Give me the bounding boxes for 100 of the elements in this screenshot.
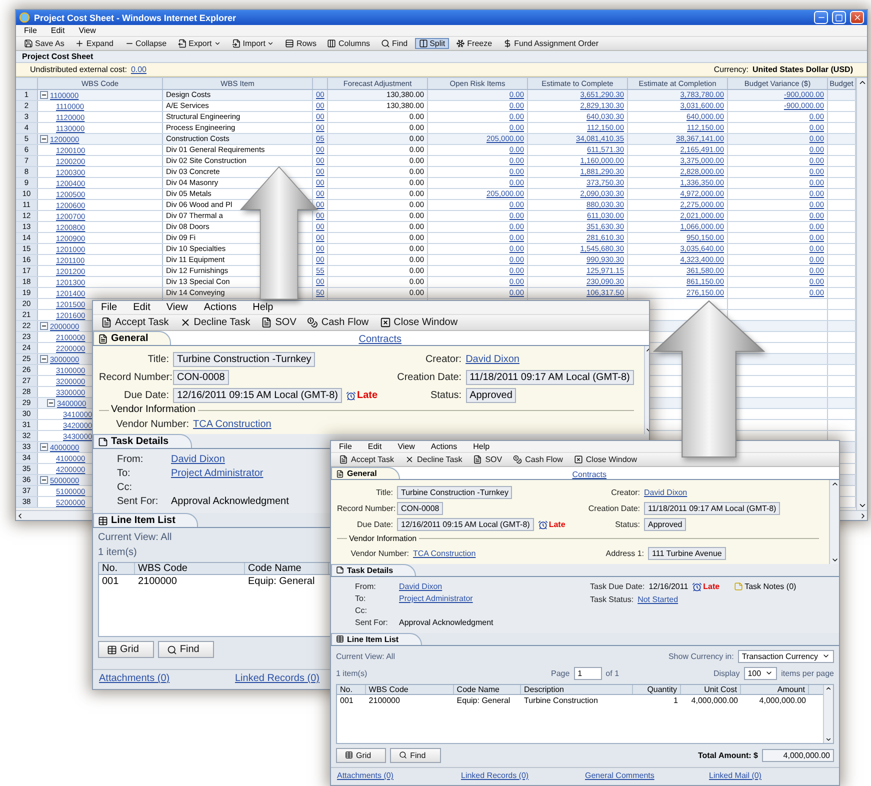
menu-item[interactable]: Actions	[204, 302, 237, 313]
collapse-toggle[interactable]	[40, 355, 48, 363]
panel-button[interactable]: Find	[390, 748, 441, 763]
text-field[interactable]: 12/16/2011 09:15 AM Local (GMT-8)	[173, 388, 342, 403]
section-tab[interactable]: Task Details	[331, 564, 416, 576]
contracts-link[interactable]: Contracts	[358, 334, 402, 345]
toolbar-button[interactable]: Import	[228, 38, 278, 49]
minimize-button[interactable]	[814, 11, 828, 24]
value-link[interactable]: David Dixon	[466, 354, 520, 365]
value-link[interactable]: David Dixon	[399, 582, 442, 591]
menu-item[interactable]: Actions	[430, 442, 458, 451]
toolbar-button[interactable]: Cash Flow	[303, 316, 373, 329]
section-tab[interactable]: Line Item List	[93, 513, 198, 527]
panel-button[interactable]: Find	[158, 641, 214, 658]
value-link[interactable]: Project Administrator	[171, 468, 264, 479]
contracts-link[interactable]: Contracts	[572, 470, 607, 479]
menu-item[interactable]: Help	[252, 302, 274, 313]
footer-link[interactable]: Attachments (0)	[99, 673, 170, 684]
text-field[interactable]: Turbine Construction -Turnkey	[173, 352, 316, 367]
toolbar-button[interactable]: Accept Task	[335, 454, 398, 465]
value-link[interactable]: TCA Construction	[193, 419, 272, 430]
footer-link[interactable]: Attachments (0)	[337, 771, 394, 780]
column-header[interactable]: Code Name	[454, 684, 521, 694]
value-link[interactable]: David Dixon	[644, 488, 688, 497]
value-link[interactable]: David Dixon	[171, 454, 225, 465]
collapse-toggle[interactable]	[40, 476, 48, 484]
plus-icon	[75, 39, 84, 48]
section-tab[interactable]: General	[93, 331, 172, 345]
collapse-toggle[interactable]	[47, 399, 55, 407]
collapse-toggle[interactable]	[40, 322, 48, 330]
scroll-right-icon[interactable]	[859, 512, 867, 520]
text-field[interactable]: Approved	[466, 388, 516, 403]
menu-item[interactable]: Edit	[133, 302, 150, 313]
toolbar-button[interactable]: Cash Flow	[509, 454, 567, 465]
text-field[interactable]: 12/16/2011 09:15 AM Local (GMT-8)	[397, 518, 534, 531]
scroll-left-icon[interactable]	[16, 512, 24, 520]
footer-link[interactable]: General Comments	[585, 771, 654, 780]
footer-link[interactable]: Linked Records (0)	[235, 673, 320, 684]
value-link[interactable]: Project Administrator	[399, 594, 473, 603]
text-field[interactable]: 11/18/2011 09:17 AM Local (GMT-8)	[644, 502, 780, 515]
menu-item[interactable]: View	[78, 26, 96, 35]
menu-item[interactable]: File	[101, 302, 118, 313]
text-field[interactable]: Approved	[644, 518, 686, 531]
text-field[interactable]: CON-0008	[173, 370, 229, 385]
value-link[interactable]: Not Started	[638, 594, 678, 604]
toolbar-button[interactable]: Save As	[20, 38, 68, 49]
toolbar-button[interactable]: Close Window	[376, 316, 462, 329]
panel-button[interactable]: Grid	[98, 641, 154, 658]
collapse-toggle[interactable]	[40, 443, 48, 451]
section-tab[interactable]: Line Item List	[331, 632, 422, 645]
page-size-dropdown[interactable]: 100	[744, 666, 778, 680]
text-field[interactable]: CON-0008	[397, 502, 444, 515]
undistributed-link[interactable]: 0.00	[130, 65, 147, 74]
column-header[interactable]: Quantity	[632, 684, 681, 694]
column-header[interactable]: Description	[520, 684, 633, 694]
menu-item[interactable]: File	[339, 442, 352, 451]
text-field[interactable]: Turbine Construction -Turnkey	[397, 486, 512, 499]
menu-item[interactable]: Edit	[50, 26, 65, 35]
toolbar-button[interactable]: Decline Task	[176, 316, 254, 329]
maximize-button[interactable]	[832, 11, 846, 24]
column-header[interactable]: Amount	[740, 684, 809, 694]
menu-item[interactable]: File	[24, 26, 37, 35]
column-header[interactable]: Code Name	[245, 563, 329, 574]
column-header[interactable]: No.	[99, 563, 135, 574]
section-tab[interactable]: General	[331, 467, 400, 479]
column-header[interactable]: WBS Code	[366, 684, 454, 694]
close-button[interactable]	[850, 11, 864, 24]
footer-link[interactable]: Linked Mail (0)	[709, 771, 762, 780]
column-header[interactable]: WBS Code	[135, 563, 245, 574]
section-tab[interactable]: Task Details	[93, 434, 192, 448]
collapse-toggle[interactable]	[40, 91, 48, 99]
toolbar-button[interactable]: SOV	[257, 316, 300, 329]
menu-item[interactable]: Help	[473, 442, 490, 451]
toolbar-button[interactable]: Columns	[323, 38, 374, 49]
toolbar-button[interactable]: Freeze	[452, 38, 496, 49]
toolbar-button[interactable]: Accept Task	[97, 316, 173, 329]
footer-link[interactable]: Linked Records (0)	[461, 771, 529, 780]
toolbar-button[interactable]: SOV	[469, 454, 506, 465]
value-link[interactable]: TCA Construction	[413, 548, 476, 558]
toolbar-button[interactable]: Rows	[281, 38, 320, 49]
task-notes-link[interactable]: Task Notes (0)	[744, 582, 796, 592]
column-header[interactable]: No.	[337, 684, 366, 694]
collapse-toggle[interactable]	[40, 135, 48, 143]
page-field[interactable]: 1	[574, 666, 602, 680]
text-field[interactable]: 11/18/2011 09:17 AM Local (GMT-8)	[466, 370, 634, 385]
currency-dropdown[interactable]: Transaction Currency	[738, 650, 834, 663]
toolbar-button[interactable]: Split	[414, 38, 450, 49]
toolbar-button[interactable]: Find	[377, 38, 412, 49]
menu-item[interactable]: View	[398, 442, 415, 451]
menu-item[interactable]: Edit	[368, 442, 382, 451]
menu-item[interactable]: View	[166, 302, 188, 313]
toolbar-button[interactable]: Collapse	[120, 38, 171, 49]
toolbar-button[interactable]: Close Window	[570, 454, 642, 465]
toolbar-button[interactable]: Fund Assignment Order	[499, 38, 603, 49]
toolbar-button[interactable]: Expand	[71, 38, 118, 49]
toolbar-button[interactable]: Decline Task	[400, 454, 466, 465]
column-header[interactable]: Unit Cost	[680, 684, 741, 694]
panel-button[interactable]: Grid	[336, 748, 386, 763]
text-field[interactable]: 111 Turbine Avenue	[648, 546, 726, 560]
toolbar-button[interactable]: Export	[174, 38, 225, 49]
